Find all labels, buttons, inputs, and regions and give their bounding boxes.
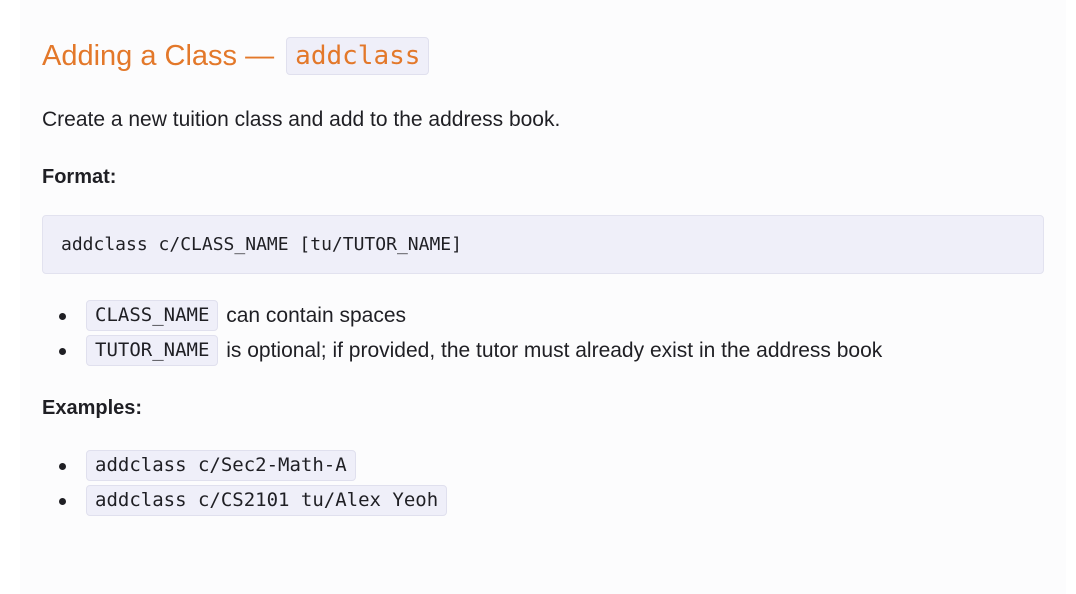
format-code: addclass c/CLASS_NAME [tu/TUTOR_NAME] [61, 234, 462, 255]
list-item: CLASS_NAME can contain spaces [42, 299, 882, 334]
examples-label: Examples: [42, 397, 143, 419]
heading-command-code: addclass [286, 37, 430, 75]
examples-list: addclass c/Sec2-Math-A addclass c/CS2101… [42, 449, 449, 519]
list-item: addclass c/Sec2-Math-A [42, 449, 449, 484]
notes-list: CLASS_NAME can contain spaces TUTOR_NAME… [42, 299, 882, 369]
format-code-block: addclass c/CLASS_NAME [tu/TUTOR_NAME] [42, 215, 1044, 274]
note-text: can contain spaces [220, 304, 407, 327]
note-text: is optional; if provided, the tutor must… [220, 339, 883, 362]
bullet-icon [59, 348, 66, 355]
inline-code: TUTOR_NAME [86, 335, 219, 366]
bullet-icon [59, 498, 66, 505]
section-heading: Adding a Class — addclass [42, 36, 430, 76]
bullet-icon [59, 313, 66, 320]
example-code: addclass c/CS2101 tu/Alex Yeoh [86, 485, 448, 516]
list-item: addclass c/CS2101 tu/Alex Yeoh [42, 484, 449, 519]
inline-code: CLASS_NAME [86, 300, 219, 331]
example-code: addclass c/Sec2-Math-A [86, 450, 356, 481]
intro-paragraph: Create a new tuition class and add to th… [42, 108, 561, 131]
document-page: Adding a Class — addclass Create a new t… [20, 0, 1066, 594]
format-label: Format: [42, 166, 117, 188]
heading-text: Adding a Class — [42, 40, 283, 72]
bullet-icon [59, 463, 66, 470]
list-item: TUTOR_NAME is optional; if provided, the… [42, 334, 882, 369]
